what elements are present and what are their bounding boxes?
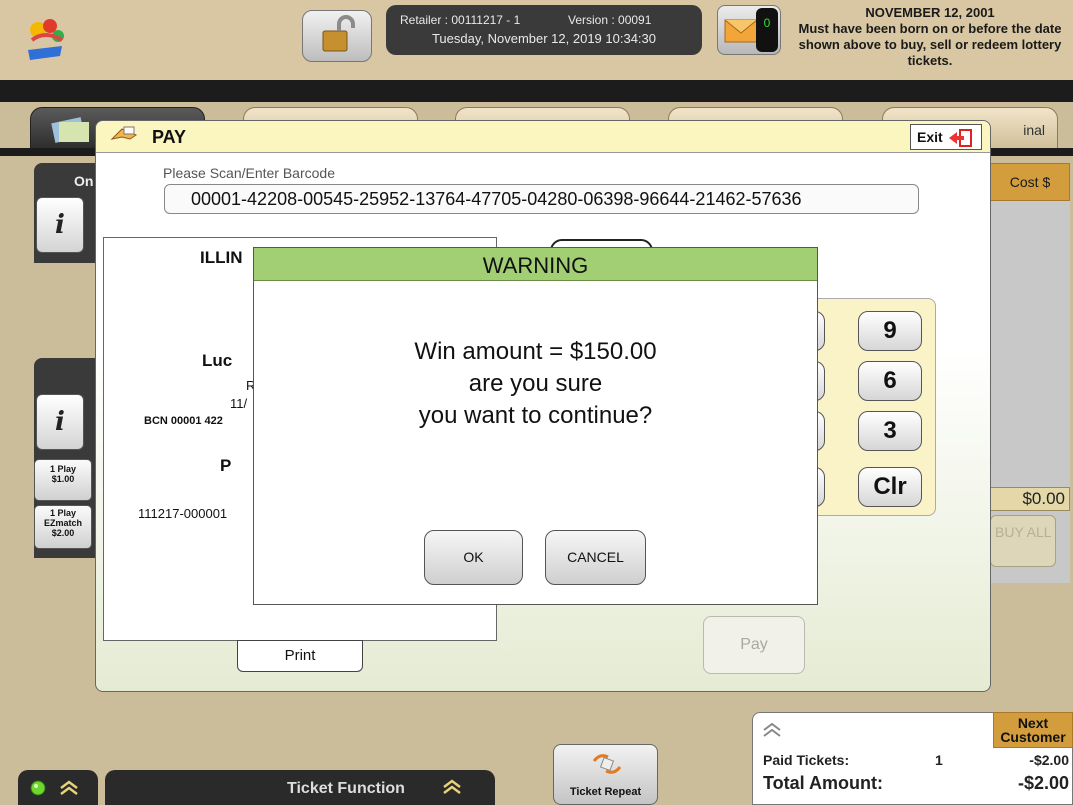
paid-tickets-count: 1 [935,752,943,768]
header: Retailer : 00111217 - 1 Version : 00091 … [0,0,1073,80]
header-divider [0,80,1073,102]
paid-tickets-label: Paid Tickets: [763,752,850,768]
receipt-line-4: 11/ [230,396,248,411]
age-notice-text: Must have been born on or before the dat… [798,21,1062,68]
tickets-icon [51,114,91,149]
key-3[interactable]: 3 [858,411,922,451]
warning-message: Win amount = $150.00 are you sure you wa… [254,336,817,432]
pay-button[interactable]: Pay [703,616,805,674]
pay-titlebar: PAY Exit [96,121,990,153]
receipt-line-2: Luc [202,351,233,370]
age-notice: NOVEMBER 12, 2001 Must have been born on… [795,5,1065,69]
mail-icon [724,16,758,49]
cart-total: $0.00 [990,487,1070,511]
chevron-up-icon [58,779,80,802]
total-amount-row: Total Amount: -$2.00 [763,773,1073,794]
side-panel-label: On [74,173,94,189]
message-count: 0 [756,8,778,52]
keypad: 9 6 3 Clr [785,298,936,516]
warning-line-3: you want to continue? [418,402,653,429]
warning-line-2: are you sure [468,370,603,397]
key-9[interactable]: 9 [858,311,922,351]
warning-line-1: Win amount = $150.00 [414,338,657,365]
unlock-button[interactable] [302,10,372,62]
pay-title: PAY [152,127,187,147]
barcode-input[interactable]: 00001-42208-00545-25952-13764-47705-0428… [164,184,919,214]
chevron-up-icon[interactable] [761,721,783,744]
ticket-repeat-label: Ticket Repeat [569,786,642,798]
warning-title: WARNING [254,248,817,281]
receipt-line-1: ILLIN [200,248,243,267]
buy-all-button[interactable]: BUY ALL [990,515,1056,567]
play-button-1[interactable]: 1 Play $1.00 [34,459,92,501]
exit-button[interactable]: Exit [910,124,982,150]
play-button-ezmatch[interactable]: 1 Play EZmatch $2.00 [34,505,92,549]
retailer-info: Retailer : 00111217 - 1 Version : 00091 … [386,5,702,55]
next-customer-button[interactable]: Next Customer [993,712,1073,748]
datetime-label: Tuesday, November 12, 2019 10:34:30 [431,31,657,46]
ticket-function-bar[interactable]: Ticket Function [105,770,495,805]
total-amount-label: Total Amount: [763,773,883,793]
receipt-line-6: P [220,456,232,475]
pay-hand-icon [110,125,140,152]
messages-button[interactable]: 0 [717,5,781,55]
version-label: Version : 00091 [568,13,652,27]
status-tray[interactable] [18,770,98,805]
print-button[interactable]: Print [237,640,363,672]
status-light-icon [30,780,46,801]
key-clear[interactable]: Clr [858,467,922,507]
unlock-icon [319,14,355,58]
info-button-top[interactable]: i [36,197,84,253]
receipt-line-5: BCN 00001 422 [144,415,223,427]
total-amount-value: -$2.00 [1017,773,1069,793]
exit-icon [947,129,973,150]
ok-button[interactable]: OK [424,530,523,585]
tab-terminal-label: inal [1023,122,1045,138]
warning-dialog: WARNING Win amount = $150.00 are you sur… [253,247,818,605]
key-6[interactable]: 6 [858,361,922,401]
retailer-id: Retailer : 00111217 - 1 [400,13,521,27]
ticket-repeat-button[interactable]: Ticket Repeat [553,744,658,805]
info-button-bottom[interactable]: i [36,394,84,450]
ticket-function-label: Ticket Function [287,780,405,797]
lottery-logo [18,10,72,64]
cancel-button[interactable]: CANCEL [545,530,646,585]
cost-column-header: Cost $ [990,163,1070,201]
paid-tickets-amount: -$2.00 [1029,752,1069,768]
chevron-up-icon [441,778,463,801]
paid-tickets-row: Paid Tickets: 1 -$2.00 [763,752,1073,768]
barcode-label: Please Scan/Enter Barcode [163,165,335,181]
receipt-line-7: 111217-000001 [138,506,228,521]
exit-label: Exit [917,129,943,145]
repeat-icon [590,751,624,780]
age-notice-date: NOVEMBER 12, 2001 [865,5,995,20]
